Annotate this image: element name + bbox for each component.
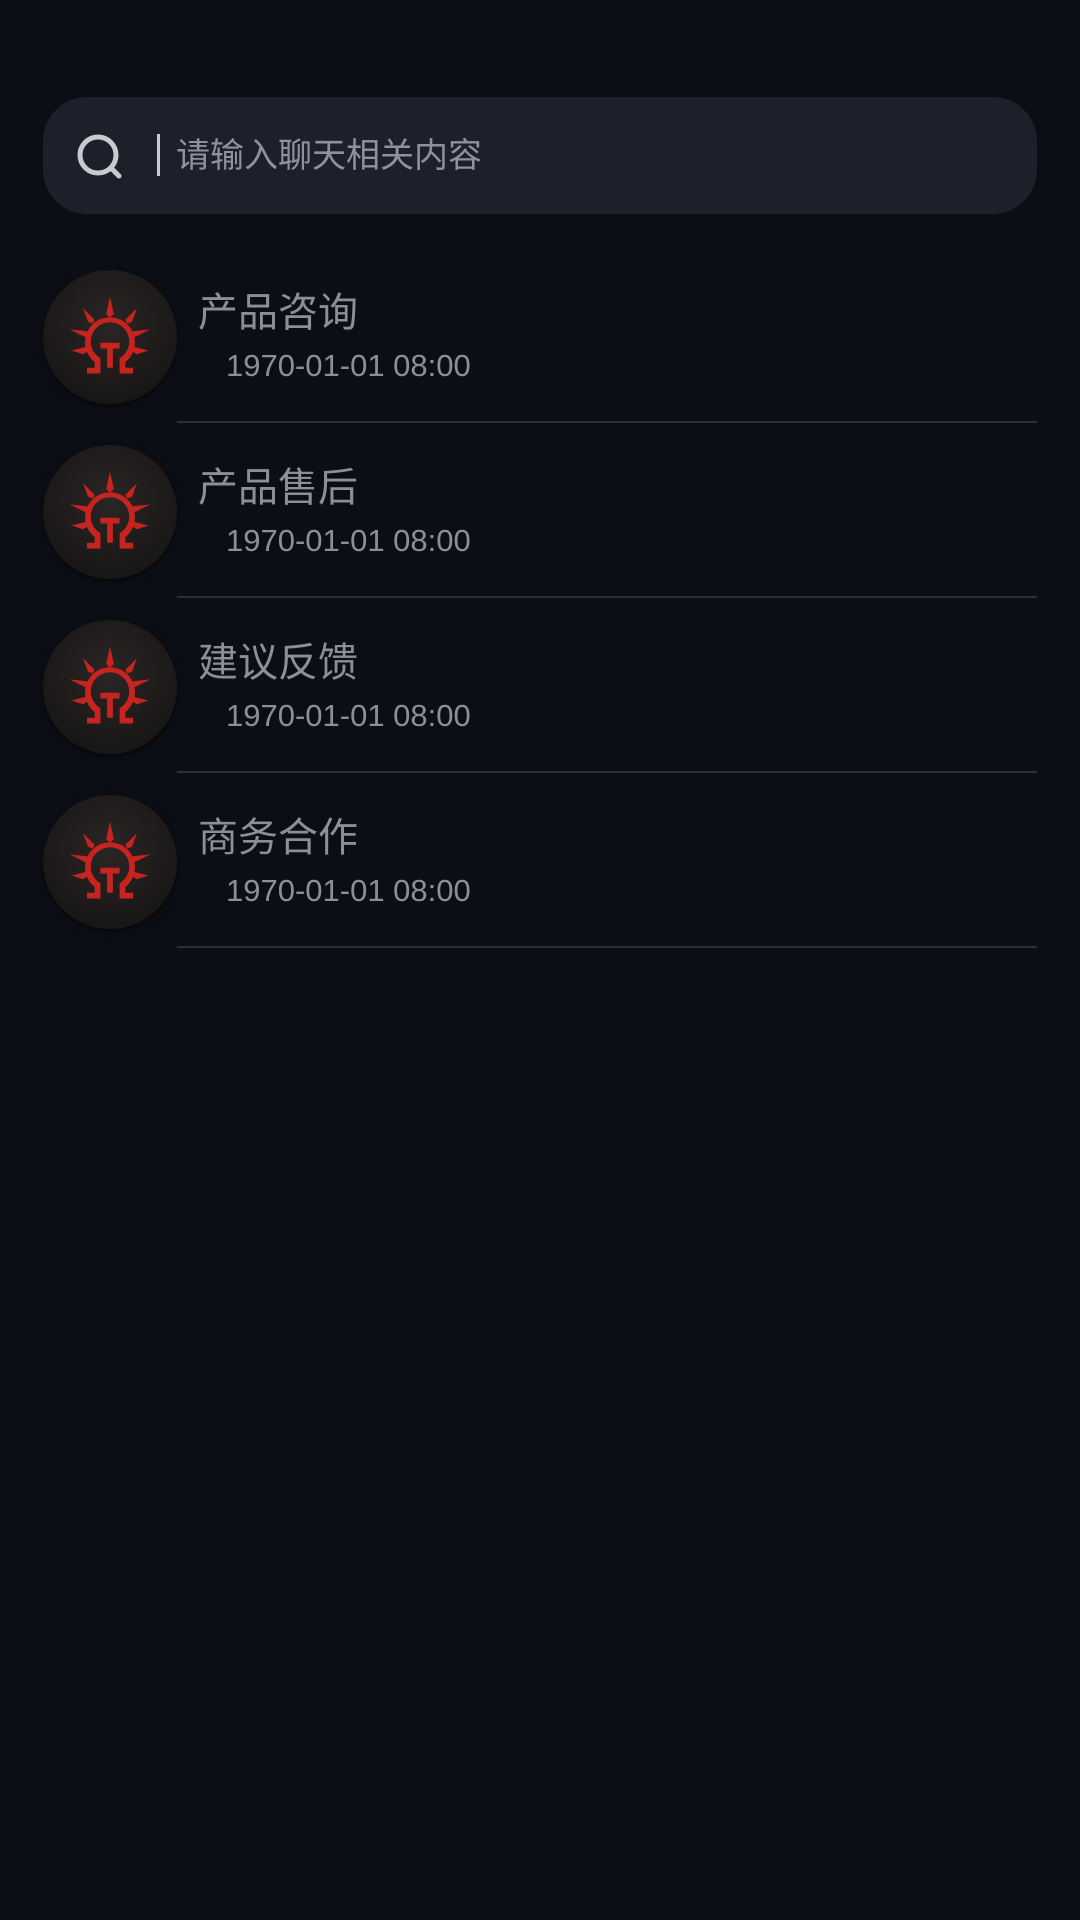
search-input[interactable] bbox=[176, 126, 1016, 186]
chat-timestamp: 1970-01-01 08:00 bbox=[226, 348, 471, 383]
omega-sun-logo-icon bbox=[69, 471, 151, 549]
divider bbox=[177, 596, 1037, 598]
chat-title: 产品售后 bbox=[198, 465, 358, 511]
chat-timestamp: 1970-01-01 08:00 bbox=[226, 873, 471, 908]
omega-sun-logo-icon bbox=[69, 296, 151, 374]
chat-list-screen: 产品咨询 1970-01-01 08:00 bbox=[0, 0, 1080, 1920]
avatar bbox=[43, 445, 177, 579]
divider bbox=[177, 421, 1037, 423]
avatar bbox=[43, 620, 177, 754]
divider bbox=[177, 946, 1037, 948]
chat-title: 建议反馈 bbox=[198, 640, 358, 686]
chat-timestamp: 1970-01-01 08:00 bbox=[226, 698, 471, 733]
chat-timestamp: 1970-01-01 08:00 bbox=[226, 523, 471, 558]
chat-title: 产品咨询 bbox=[198, 290, 358, 336]
omega-sun-logo-icon bbox=[69, 646, 151, 724]
avatar bbox=[43, 270, 177, 404]
avatar bbox=[43, 795, 177, 929]
search-icon[interactable] bbox=[75, 132, 125, 182]
text-cursor bbox=[157, 134, 160, 176]
divider bbox=[177, 771, 1037, 773]
omega-sun-logo-icon bbox=[69, 821, 151, 899]
chat-title: 商务合作 bbox=[198, 815, 358, 861]
